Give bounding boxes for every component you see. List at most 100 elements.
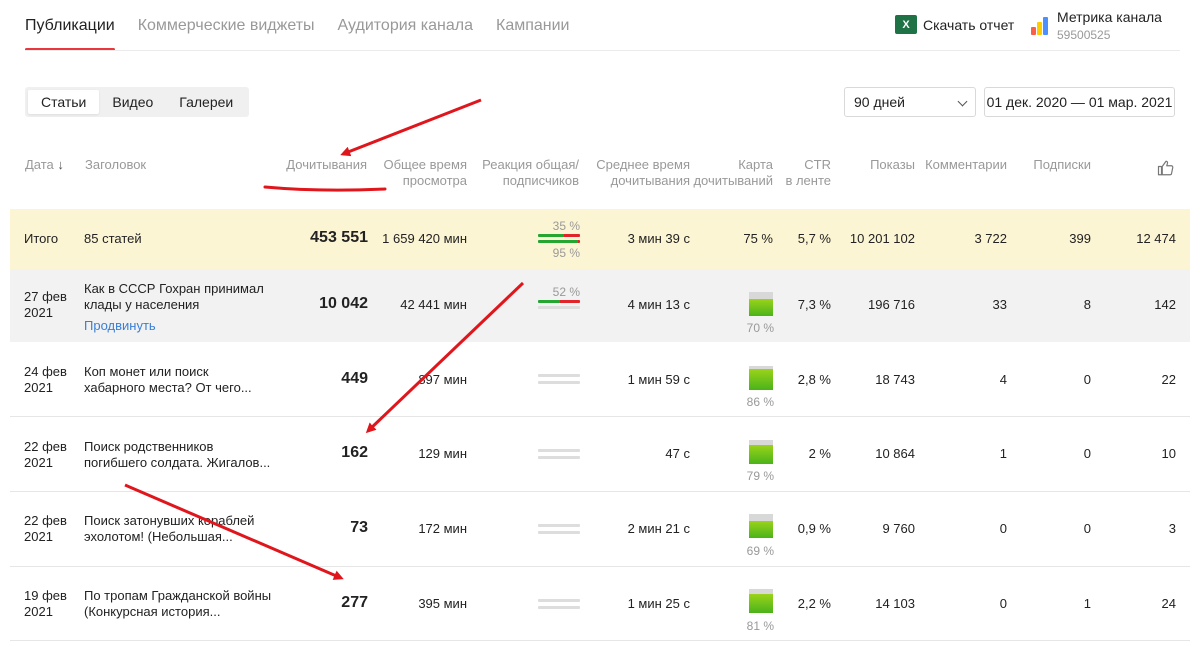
metrika-id: 59500525 xyxy=(1057,28,1111,42)
row-date: 27 фев 2021 xyxy=(24,289,67,320)
row-subs: 0 xyxy=(1083,446,1091,461)
segment-galleries[interactable]: Галереи xyxy=(166,90,246,114)
header-reads[interactable]: Дочитывания xyxy=(250,157,367,173)
total-time: 1 659 420 мин xyxy=(382,231,467,246)
row-avg-time: 1 мин 59 с xyxy=(627,372,690,387)
row-date: 24 фев 2021 xyxy=(24,364,67,395)
row-ctr: 2 % xyxy=(808,446,831,461)
header-ctr-2: в ленте xyxy=(785,173,831,188)
row-ctr: 7,3 % xyxy=(797,297,831,312)
thumbs-up-icon[interactable] xyxy=(1157,159,1175,177)
header-shows[interactable]: Показы xyxy=(840,157,915,173)
header-title: Заголовок xyxy=(85,157,147,172)
header-ctr-1: CTR xyxy=(804,157,831,172)
row-shows: 10 864 xyxy=(875,446,915,461)
header-comments[interactable]: Комментарии xyxy=(920,157,1007,173)
header-total-time-1: Общее время xyxy=(383,157,467,172)
row-reaction-bar-1 xyxy=(538,524,580,527)
header-reaction-1: Реакция общая/ xyxy=(482,157,579,172)
row-date: 22 фев 2021 xyxy=(24,439,67,470)
row-read-map xyxy=(749,440,773,464)
total-label: Итого xyxy=(24,231,59,246)
row-reaction-bar-1 xyxy=(538,374,580,377)
row-likes: 10 xyxy=(1161,446,1176,461)
metrika-label: Метрика канала xyxy=(1057,9,1162,25)
content-type-switch: Статьи Видео Галереи xyxy=(25,87,250,117)
total-reaction-bottom: 95 % xyxy=(552,246,580,260)
row-comments: 0 xyxy=(999,596,1007,611)
row-date: 22 фев 2021 xyxy=(24,513,67,544)
row-title[interactable]: Поиск родственников погибшего солдата. Жи… xyxy=(84,439,270,471)
row-ctr: 2,2 % xyxy=(797,596,831,611)
chevron-down-icon xyxy=(957,96,968,107)
header-avg-time-1: Среднее время xyxy=(596,157,690,172)
row-likes: 3 xyxy=(1168,521,1176,536)
tab-commercial-widgets[interactable]: Коммерческие виджеты xyxy=(138,0,315,52)
segment-articles[interactable]: Статьи xyxy=(28,90,100,114)
header-reaction[interactable]: Реакция общая/подписчиков xyxy=(470,157,579,189)
download-report-label: Скачать отчет xyxy=(923,16,1015,33)
row-comments: 1 xyxy=(999,446,1007,461)
row-read-map-value: 69 % xyxy=(746,544,774,558)
row-title[interactable]: Поиск затонувших кораблей эхолотом! (Небо… xyxy=(84,513,254,545)
total-title: 85 статей xyxy=(84,231,142,246)
row-read-map xyxy=(749,514,773,538)
row-title[interactable]: Коп монет или поиск хабарного места? От ч… xyxy=(84,364,252,396)
row-read-map xyxy=(749,589,773,613)
row-avg-time: 1 мин 25 с xyxy=(627,596,690,611)
tabs-divider xyxy=(25,50,1180,51)
total-ctr: 5,7 % xyxy=(797,231,831,246)
period-value: 90 дней xyxy=(854,94,905,110)
row-avg-time: 4 мин 13 с xyxy=(627,297,690,312)
period-select[interactable]: 90 дней xyxy=(844,87,976,117)
row-reads: 277 xyxy=(341,594,368,611)
header-date[interactable]: Дата ↓ xyxy=(25,157,64,173)
header-ctr[interactable]: CTR в ленте xyxy=(775,157,831,189)
channel-metrika-link[interactable]: Метрика канала 59500525 xyxy=(1031,9,1162,42)
table-row[interactable]: 22 фев 2021 Поиск родственников погибшего … xyxy=(10,417,1190,492)
header-avg-time[interactable]: Среднее время дочитывания xyxy=(590,157,690,189)
total-avg-time: 3 мин 39 с xyxy=(627,231,690,246)
row-shows: 18 743 xyxy=(875,372,915,387)
table-row[interactable]: 24 фев 2021 Коп монет или поиск хабарного … xyxy=(10,342,1190,417)
row-title[interactable]: Как в СССР Гохран принимал клады у населе… xyxy=(84,281,264,313)
table-row[interactable]: 19 фев 2021 По тропам Гражданской войны (К… xyxy=(10,567,1190,641)
header-subscriptions[interactable]: Подписки xyxy=(1010,157,1091,173)
tab-channel-audience[interactable]: Аудитория канала xyxy=(338,0,473,52)
date-range-picker[interactable]: 01 дек. 2020 — 01 мар. 2021 xyxy=(984,87,1175,117)
segment-video[interactable]: Видео xyxy=(99,90,166,114)
row-avg-time: 2 мин 21 с xyxy=(627,521,690,536)
row-reaction-bar-2 xyxy=(538,531,580,534)
table-row[interactable]: 22 фев 2021 Поиск затонувших кораблей эхол… xyxy=(10,492,1190,567)
header-total-time-2: просмотра xyxy=(402,173,467,188)
row-reaction-bar-1 xyxy=(538,300,580,303)
header-total-time[interactable]: Общее время просмотра xyxy=(367,157,467,189)
tab-publications[interactable]: Публикации xyxy=(25,0,115,52)
row-reaction-bar-2 xyxy=(538,606,580,609)
row-reads: 10 042 xyxy=(319,295,368,312)
row-comments: 4 xyxy=(999,372,1007,387)
total-comments: 3 722 xyxy=(974,231,1007,246)
row-likes: 142 xyxy=(1154,297,1176,312)
row-comments: 33 xyxy=(992,297,1007,312)
row-total-time: 172 мин xyxy=(418,521,467,536)
row-ctr: 0,9 % xyxy=(797,521,831,536)
row-ctr: 2,8 % xyxy=(797,372,831,387)
tab-campaigns[interactable]: Кампании xyxy=(496,0,570,52)
promote-link[interactable]: Продвинуть xyxy=(84,318,156,334)
table-row[interactable]: 27 фев 2021 Как в СССР Гохран принимал кла… xyxy=(10,269,1190,342)
row-shows: 9 760 xyxy=(882,521,915,536)
header-date-label: Дата xyxy=(25,157,54,172)
total-shows: 10 201 102 xyxy=(849,231,915,246)
row-title[interactable]: По тропам Гражданской войны (Конкурсная и… xyxy=(84,588,271,620)
row-reads: 449 xyxy=(341,370,368,387)
row-total-time: 129 мин xyxy=(418,446,467,461)
row-read-map-value: 70 % xyxy=(746,321,774,335)
total-reaction-top: 35 % xyxy=(552,219,580,233)
row-reads: 73 xyxy=(350,519,368,536)
header-read-map[interactable]: Карта дочитываний xyxy=(690,157,773,189)
download-report-button[interactable]: X Скачать отчет xyxy=(895,15,1014,34)
row-likes: 24 xyxy=(1161,596,1176,611)
total-subs: 399 xyxy=(1069,231,1091,246)
total-reaction-bar-1 xyxy=(538,234,580,237)
